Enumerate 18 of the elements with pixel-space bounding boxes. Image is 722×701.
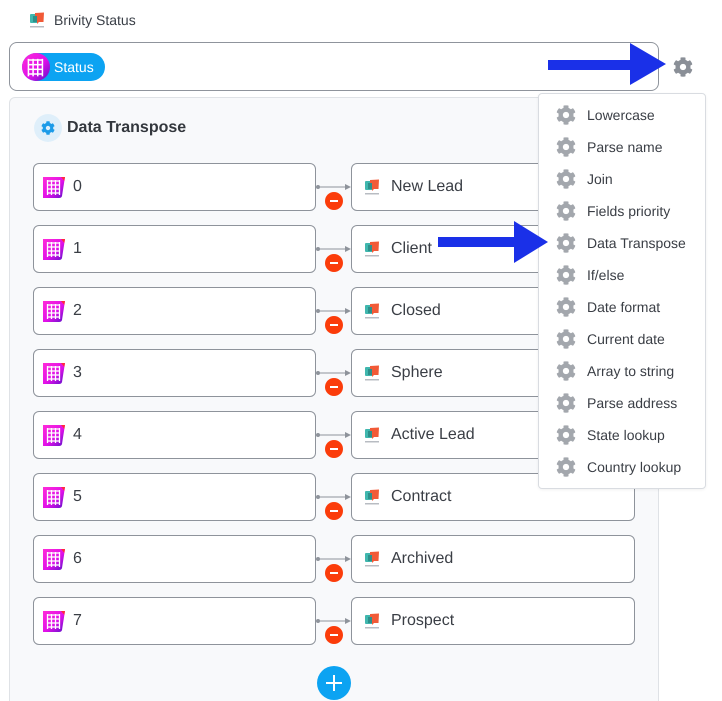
source-value: 2 xyxy=(73,302,82,320)
source-value: 1 xyxy=(73,240,82,258)
page-title: Brivity Status xyxy=(54,12,136,28)
panel-title: Data Transpose xyxy=(67,119,186,137)
source-value: 3 xyxy=(73,364,82,382)
target-value: Prospect xyxy=(391,612,454,630)
target-value: Client xyxy=(391,240,432,258)
target-value: Sphere xyxy=(391,364,443,382)
source-value: 0 xyxy=(73,178,82,196)
source-value: 7 xyxy=(73,612,82,630)
target-value: Archived xyxy=(391,550,454,568)
source-value: 6 xyxy=(73,550,82,568)
source-value: 4 xyxy=(73,426,82,444)
target-value: Active Lead xyxy=(391,426,475,444)
target-value: Contract xyxy=(391,488,452,506)
source-value: 5 xyxy=(73,488,82,506)
target-value: New Lead xyxy=(391,178,464,196)
target-value: Closed xyxy=(391,302,441,320)
